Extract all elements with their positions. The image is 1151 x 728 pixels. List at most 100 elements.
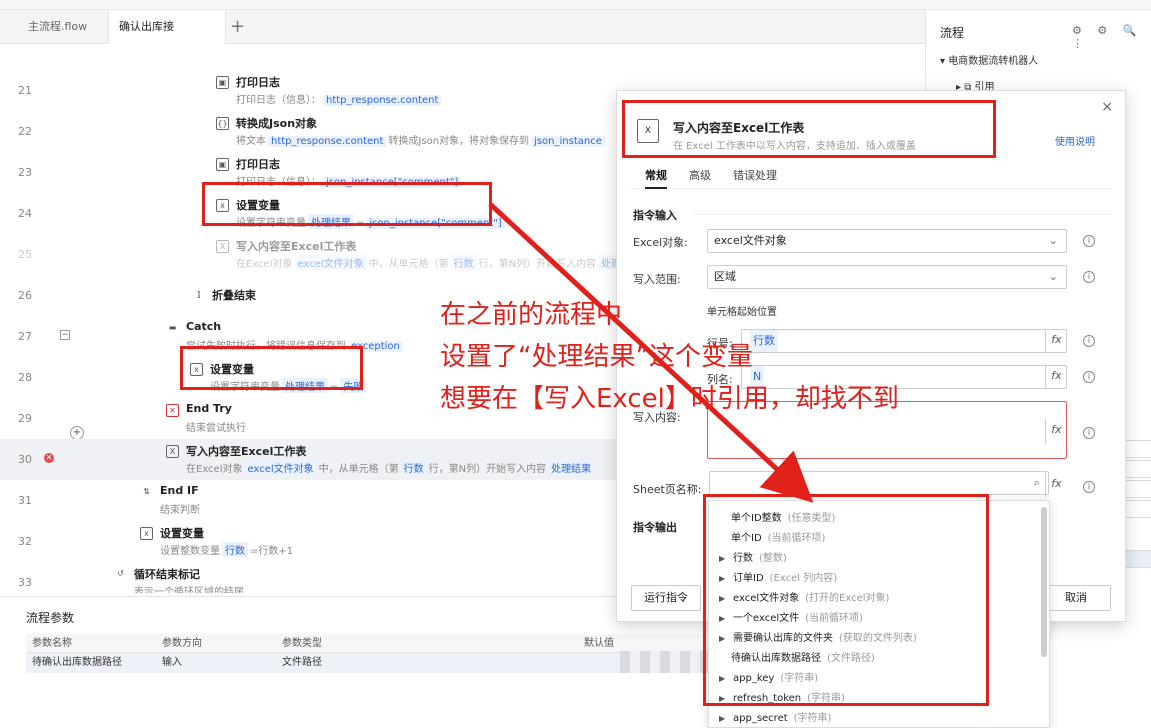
tab-label: 主流程.flow (28, 20, 88, 33)
node-desc: 结束尝试执行 (186, 423, 246, 434)
tab-general[interactable]: 常规 (645, 167, 667, 189)
desc-text: 设置字符串变量 (236, 218, 306, 229)
desc-text: 设置整数变量 (160, 546, 220, 557)
node-desc: 结束判断 (160, 505, 200, 516)
sheet-input[interactable]: ⌕ (709, 471, 1049, 495)
info-icon[interactable]: i (1083, 271, 1095, 283)
expand-icon[interactable]: ▶ (719, 694, 733, 703)
expand-icon[interactable]: ▶ (719, 714, 733, 723)
node-desc: 尝试失败时执行，将错误信息保存到 exception (186, 337, 405, 352)
run-button[interactable]: 运行指令 (631, 585, 701, 611)
variable-chip: 处理结果 (308, 214, 354, 229)
file-tabs: 主流程.flow 确认出库接口.flow× (0, 10, 925, 67)
info-icon[interactable]: i (1083, 427, 1095, 439)
list-item[interactable]: ▶ 需要确认出库的文件夹 (获取的文件列表) (719, 629, 917, 644)
var-type: (Excel 列内容) (769, 573, 838, 584)
panel-toolbar-icons[interactable]: ⚙ ⚙ 🔍 ⋮ (1072, 24, 1151, 50)
node-desc: 设置字符串变量 处理结果 = json_instance["comment"] (236, 214, 507, 229)
end-if-icon: ⇅ (143, 487, 150, 496)
printer-icon: ▣ (216, 76, 229, 89)
tab-confirm-outbound[interactable]: 确认出库接口.flow× (108, 10, 226, 67)
node-title: End Try (186, 402, 232, 415)
expand-icon[interactable]: ▶ (719, 594, 733, 603)
list-item[interactable]: 单个ID整数 (任意类型) (731, 509, 835, 524)
info-icon[interactable]: i (1083, 235, 1095, 247)
node-title: 循环结束标记 (134, 568, 200, 581)
list-item[interactable]: ▶ app_secret (字符串) (719, 709, 831, 724)
list-item[interactable]: ▶ excel文件对象 (打开的Excel对象) (719, 589, 889, 604)
param-name: 待确认出库数据路径 (32, 657, 122, 668)
info-icon[interactable]: i (1083, 371, 1095, 383)
desc-text: = (356, 218, 365, 229)
header-type: 参数类型 (282, 638, 322, 649)
desc-text: 中，从单元格（第 (368, 259, 449, 270)
variable-chip: 行数 (750, 330, 778, 352)
info-icon[interactable]: i (1083, 335, 1095, 347)
help-link[interactable]: 使用说明 (1055, 133, 1095, 148)
excel-object-select[interactable]: excel文件对象 ⌄ (707, 229, 1067, 253)
list-item[interactable]: 待确认出库数据路径 (文件路径) (731, 649, 875, 664)
row-input[interactable]: 行数 (741, 329, 1067, 353)
dialog-subtitle: 在 Excel 工作表中以写入内容，支持追加、插入或覆盖 (673, 141, 916, 152)
fx-button[interactable]: fx (1045, 365, 1067, 389)
expand-icon[interactable]: ▶ (719, 614, 733, 623)
line-number: 21 (18, 84, 32, 97)
fx-button[interactable]: fx (1045, 329, 1067, 353)
expand-icon[interactable]: ▶ (719, 574, 733, 583)
divider (693, 214, 1111, 215)
info-icon[interactable]: i (1083, 481, 1095, 493)
desc-text: 设置字符串变量 (210, 382, 280, 393)
chevron-down-icon: ⌄ (1048, 234, 1058, 247)
excel-icon: X (216, 240, 229, 253)
tab-advanced[interactable]: 高级 (689, 167, 711, 183)
node-desc: 设置整数变量 行数 =行数+1 (160, 542, 293, 557)
header-name: 参数名称 (32, 638, 72, 649)
dialog-title: 写入内容至Excel工作表 (673, 121, 805, 135)
variable-chip: 行数 (450, 255, 477, 270)
desc-text: 打印日志（信息）： (236, 177, 321, 188)
list-item[interactable]: ▶ 一个excel文件 (当前循环项) (719, 609, 863, 624)
variable-chip: json_instance["comment"] (323, 177, 462, 188)
node-title: 设置变量 (160, 527, 204, 540)
var-name: 需要确认出库的文件夹 (733, 633, 833, 644)
tree-root[interactable]: ▾ 电商数据流转机器人 (940, 52, 1038, 67)
list-item[interactable]: ▶ 行数 (整数) (719, 549, 787, 564)
tab-error-handling[interactable]: 错误处理 (733, 167, 777, 183)
variable-chip: 处理结果 (282, 378, 328, 393)
tab-main-flow[interactable]: 主流程.flow (18, 10, 97, 44)
printer-icon: ▣ (216, 158, 229, 171)
expand-icon[interactable]: ▶ (719, 674, 733, 683)
node-desc: 在Excel对象excel文件对象中，从单元格（第行数行，第N列）开始写入内容处… (186, 460, 596, 475)
list-item[interactable]: 单个ID (当前循环项) (731, 529, 825, 544)
catch-icon: ▬ (168, 323, 177, 332)
list-item[interactable]: ▶ 订单ID (Excel 列内容) (719, 569, 837, 584)
variable-chip: json_instance["comment"] (366, 218, 505, 229)
var-type: (字符串) (793, 713, 832, 724)
expand-icon[interactable]: ▶ (719, 634, 733, 643)
cancel-button[interactable]: 取消 (1041, 585, 1111, 611)
header-direction: 参数方向 (162, 638, 202, 649)
expand-icon[interactable]: ▶ (719, 554, 733, 563)
chevron-down-icon: ⌄ (1048, 270, 1058, 283)
variable-chip: http_response.content (323, 95, 442, 106)
list-item[interactable]: ▶ refresh_token (字符串) (719, 689, 845, 704)
fx-button[interactable]: fx (1045, 419, 1067, 443)
node-title: 设置变量 (236, 199, 280, 212)
node-title: 转换成Json对象 (236, 117, 318, 130)
scrollbar[interactable] (1041, 507, 1047, 657)
list-item[interactable]: ▶ app_key (字符串) (719, 669, 818, 684)
variable-chip: http_response.content (268, 136, 387, 147)
close-icon[interactable]: × (1101, 99, 1113, 115)
add-tab-button[interactable]: + (230, 10, 245, 44)
range-select[interactable]: 区域 ⌄ (707, 265, 1067, 289)
var-name: 行数 (733, 553, 753, 564)
node-title: 写入内容至Excel工作表 (186, 445, 307, 458)
insert-step-button[interactable]: + (70, 426, 84, 440)
var-type: (字符串) (780, 673, 819, 684)
fx-button[interactable]: fx (1045, 473, 1067, 497)
node-title: 折叠结束 (212, 289, 256, 302)
error-icon[interactable]: ✕ (44, 453, 54, 463)
header-default: 默认值 (584, 638, 614, 649)
collapse-icon[interactable]: − (60, 330, 70, 340)
panel-title: 流程 (940, 26, 965, 40)
